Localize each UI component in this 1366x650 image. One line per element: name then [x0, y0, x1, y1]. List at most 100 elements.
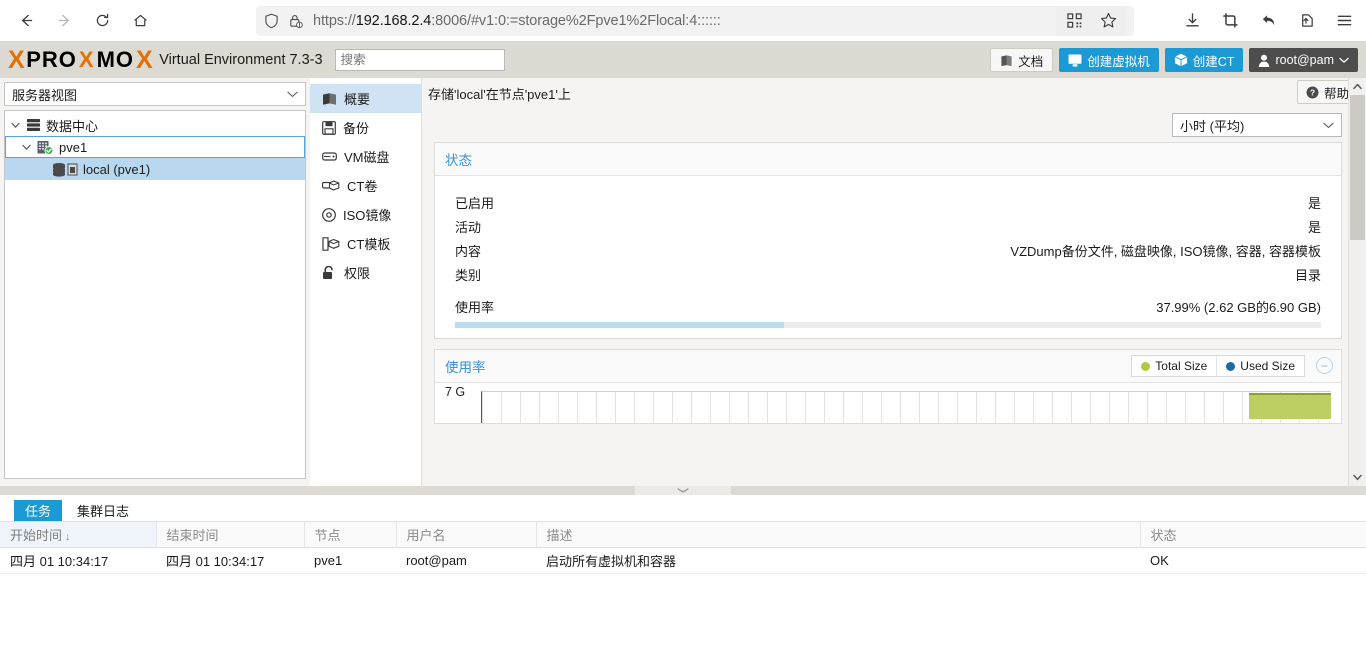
tree-item-label: local (pve1) [83, 161, 151, 177]
nav-item-permissions[interactable]: 权限 [310, 258, 421, 287]
panel-splitter[interactable] [0, 486, 1366, 495]
splitter-handle[interactable] [635, 486, 731, 495]
home-button[interactable] [124, 6, 156, 36]
star-icon[interactable] [1094, 8, 1122, 34]
docs-button[interactable]: 文档 [990, 48, 1054, 72]
ct-template-icon [322, 236, 340, 251]
table-row[interactable]: 四月 01 10:34:17 四月 01 10:34:17 pve1 root@… [0, 547, 1366, 574]
column-label: 开始时间 [10, 528, 63, 543]
qr-code-icon[interactable] [1060, 8, 1088, 34]
resource-tree-panel: 服务器视图 数据中心 pve1 local (pve1) [0, 78, 310, 486]
shield-icon[interactable] [264, 13, 279, 29]
column-header-status[interactable]: 状态 [1140, 521, 1366, 548]
address-bar[interactable]: https://192.168.2.4:8006/#v1:0:=storage%… [256, 5, 1134, 36]
forward-button[interactable] [48, 6, 80, 36]
tree-item-datacenter[interactable]: 数据中心 [5, 114, 305, 136]
back-button[interactable] [10, 6, 42, 36]
download-icon[interactable] [1178, 8, 1206, 34]
address-bar-actions [1056, 5, 1126, 36]
tree-item-label: 数据中心 [46, 118, 99, 134]
status-panel-body: 已启用 是 活动 是 内容 VZDump备份文件, 磁盘映像, ISO镜像, 容… [435, 176, 1341, 338]
column-header-description[interactable]: 描述 [536, 521, 1141, 548]
storage-icon [52, 162, 78, 177]
product-name: Virtual Environment 7.3-3 [159, 52, 323, 68]
status-panel: 状态 已启用 是 活动 是 内容 VZDump备份文件, 磁盘映像, ISO镜像… [434, 142, 1342, 339]
legend-color-swatch [1141, 361, 1151, 371]
nav-item-backup[interactable]: 备份 [310, 113, 421, 142]
tasks-tab-bar: 任务 集群日志 [0, 495, 1366, 521]
user-icon [1259, 54, 1270, 67]
collapse-chart-button[interactable]: − [1316, 357, 1333, 374]
nav-item-iso-images[interactable]: ISO镜像 [310, 200, 421, 229]
nav-item-label: 权限 [344, 266, 371, 281]
datacenter-icon [26, 118, 41, 132]
permissions-icon [322, 265, 337, 280]
browser-right-toolbar [1178, 8, 1358, 34]
legend-item-used-size[interactable]: Used Size [1216, 356, 1304, 376]
row-value: VZDump备份文件, 磁盘映像, ISO镜像, 容器, 容器模板 [1010, 243, 1321, 259]
book-icon [1001, 54, 1012, 66]
content-vertical-scrollbar[interactable] [1348, 78, 1365, 486]
nav-item-label: 概要 [344, 92, 371, 107]
pve-header: XPROXMOX Virtual Environment 7.3-3 文档 创建… [0, 42, 1366, 78]
tab-tasks[interactable]: 任务 [14, 500, 63, 521]
period-selector[interactable]: 小时 (平均) [1172, 113, 1342, 137]
nav-item-ct-templates[interactable]: CT模板 [310, 229, 421, 258]
view-selector[interactable]: 服务器视图 [4, 82, 306, 106]
search-input[interactable] [334, 49, 505, 71]
breadcrumb-bar: 存储'local'在节点'pve1'上 ? 帮助 [422, 78, 1366, 108]
cell-end-time: 四月 01 10:34:17 [156, 547, 304, 574]
lock-warning-icon[interactable] [288, 13, 303, 29]
column-header-start-time[interactable]: 开始时间 ↓ [0, 521, 157, 548]
column-header-node[interactable]: 节点 [304, 521, 397, 548]
resource-tree[interactable]: 数据中心 pve1 local (pve1) [4, 110, 306, 479]
tree-item-local-storage[interactable]: local (pve1) [5, 158, 305, 180]
row-value: 目录 [1294, 267, 1321, 283]
create-ct-button[interactable]: 创建CT [1164, 48, 1244, 72]
extension-icon[interactable] [1216, 8, 1244, 34]
nav-item-label: 备份 [343, 121, 370, 136]
sort-indicator-icon: ↓ [65, 532, 71, 543]
nav-item-label: VM磁盘 [344, 150, 390, 165]
box-icon [1174, 53, 1188, 67]
expand-caret-icon[interactable] [22, 144, 36, 151]
hamburger-menu-icon[interactable] [1330, 8, 1358, 34]
summary-icon [322, 92, 337, 106]
scroll-thumb[interactable] [1349, 95, 1365, 240]
nav-item-label: CT卷 [347, 179, 378, 194]
scroll-up-button[interactable] [1349, 78, 1366, 95]
column-header-username[interactable]: 用户名 [396, 521, 537, 548]
scroll-track[interactable] [1349, 95, 1366, 469]
user-menu-button[interactable]: root@pam [1249, 48, 1358, 72]
status-row-enabled: 已启用 是 [455, 190, 1321, 214]
chart-gridlines [481, 391, 1331, 423]
tasks-panel: 任务 集群日志 开始时间 ↓ 结束时间 节点 用户名 描述 状态 四月 01 10… [0, 495, 1366, 650]
create-vm-label: 创建虚拟机 [1087, 54, 1150, 69]
cell-username: root@pam [396, 547, 536, 574]
logo-x-mid: X [78, 47, 95, 72]
usage-progress-fill [455, 322, 784, 328]
usage-progress-bar [455, 322, 1321, 328]
column-header-end-time[interactable]: 结束时间 [156, 521, 305, 548]
storage-nav-menu: 概要 备份 VM磁盘 CT卷 ISO镜像 CT模板 权限 [310, 78, 422, 486]
browser-toolbar: https://192.168.2.4:8006/#v1:0:=storage%… [0, 0, 1366, 42]
scroll-down-button[interactable] [1349, 469, 1366, 486]
tree-item-pve1[interactable]: pve1 [5, 136, 305, 158]
usage-chart-panel: 使用率 Total Size Used Size − 7 G [434, 349, 1342, 424]
nav-item-vm-disks[interactable]: VM磁盘 [310, 142, 421, 171]
share-icon[interactable] [1292, 8, 1320, 34]
create-vm-button[interactable]: 创建虚拟机 [1059, 48, 1159, 72]
row-key: 内容 [455, 243, 482, 259]
legend-item-total-size[interactable]: Total Size [1132, 356, 1216, 376]
reload-button[interactable] [86, 6, 118, 36]
proxmox-logo[interactable]: X PRO X MO X [8, 47, 153, 73]
status-row-active: 活动 是 [455, 214, 1321, 238]
nav-item-ct-volumes[interactable]: CT卷 [310, 171, 421, 200]
nav-item-summary[interactable]: 概要 [310, 84, 421, 113]
status-panel-title: 状态 [445, 153, 472, 168]
row-value: 是 [1307, 195, 1321, 211]
back-arrow-icon[interactable] [1254, 8, 1282, 34]
expand-caret-icon[interactable] [11, 122, 25, 129]
usage-chart-title: 使用率 [445, 360, 486, 375]
tab-cluster-log[interactable]: 集群日志 [66, 500, 140, 521]
